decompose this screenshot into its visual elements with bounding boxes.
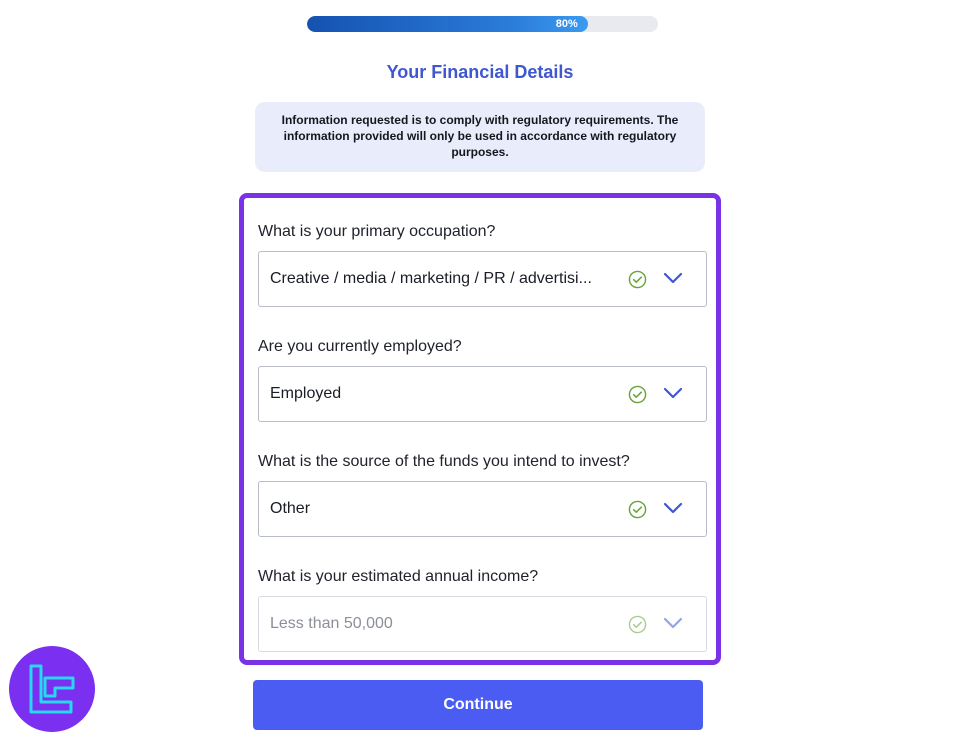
chevron-down-icon[interactable] bbox=[663, 616, 683, 630]
funds-source-value: Other bbox=[270, 500, 311, 517]
progress-bar: 80% bbox=[307, 16, 658, 32]
financial-details-page: 80% Your Financial Details Information r… bbox=[0, 0, 960, 741]
chevron-down-icon[interactable] bbox=[663, 501, 683, 515]
chevron-down-icon[interactable] bbox=[663, 271, 683, 285]
employment-label: Are you currently employed? bbox=[258, 338, 462, 355]
check-circle-icon bbox=[628, 500, 647, 519]
annual-income-value: Less than 50,000 bbox=[270, 615, 393, 632]
occupation-select[interactable]: Creative / media / marketing / PR / adve… bbox=[258, 251, 707, 307]
chevron-down-icon[interactable] bbox=[663, 386, 683, 400]
page-title: Your Financial Details bbox=[386, 62, 574, 82]
occupation-label: What is your primary occupation? bbox=[258, 223, 496, 240]
progress-fill: 80% bbox=[307, 16, 588, 32]
check-circle-icon bbox=[628, 385, 647, 404]
logo-mark-icon bbox=[29, 664, 75, 714]
occupation-value: Creative / media / marketing / PR / adve… bbox=[270, 270, 592, 287]
employment-select[interactable]: Employed bbox=[258, 366, 707, 422]
funds-source-select[interactable]: Other bbox=[258, 481, 707, 537]
continue-button[interactable]: Continue bbox=[253, 680, 703, 730]
employment-value: Employed bbox=[270, 385, 342, 402]
check-circle-icon bbox=[628, 615, 647, 634]
regulatory-notice: Information requested is to comply with … bbox=[255, 102, 705, 172]
check-circle-icon bbox=[628, 270, 647, 289]
financial-form: What is your primary occupation? Creativ… bbox=[239, 193, 721, 665]
annual-income-select[interactable]: Less than 50,000 bbox=[258, 596, 707, 652]
progress-label: 80% bbox=[555, 18, 578, 30]
annual-income-label: What is your estimated annual income? bbox=[258, 568, 539, 585]
funds-source-label: What is the source of the funds you inte… bbox=[258, 453, 630, 470]
brand-logo bbox=[9, 646, 95, 732]
